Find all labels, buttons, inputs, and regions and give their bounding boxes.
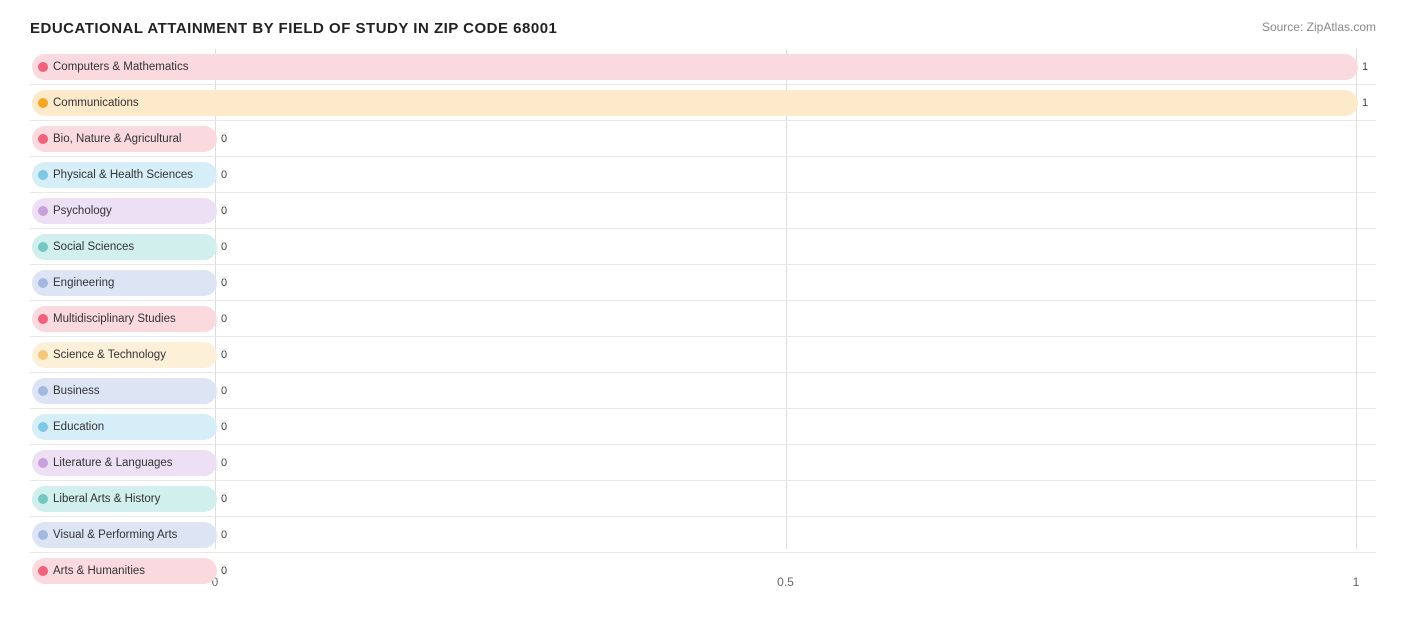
bar-label-pill: Psychology [32, 198, 122, 224]
bar-label-text: Engineering [53, 277, 114, 289]
x-axis: 00.51 [30, 589, 1376, 591]
bar-row: Business 0 [30, 373, 1376, 409]
bar-value: 0 [221, 133, 227, 145]
bar-label-pill: Liberal Arts & History [32, 486, 170, 512]
chart-container: EDUCATIONAL ATTAINMENT BY FIELD OF STUDY… [0, 0, 1406, 631]
bar-row: Social Sciences 0 [30, 229, 1376, 265]
bar-value: 0 [221, 457, 227, 469]
bar-label-pill: Education [32, 414, 114, 440]
bar-label-pill: Arts & Humanities [32, 558, 155, 584]
bar-dot [38, 242, 48, 252]
bars-section: Computers & Mathematics 1 Communications 1 B… [30, 49, 1376, 579]
bar-label-pill: Bio, Nature & Agricultural [32, 126, 191, 152]
bar-label-text: Communications [53, 97, 139, 109]
bar-value: 0 [221, 385, 227, 397]
bar-label-text: Bio, Nature & Agricultural [53, 133, 181, 145]
bar-value: 1 [1362, 61, 1368, 73]
bar-label-pill: Literature & Languages [32, 450, 183, 476]
chart-title: EDUCATIONAL ATTAINMENT BY FIELD OF STUDY… [30, 20, 557, 37]
bar-dot [38, 566, 48, 576]
bar-dot [38, 62, 48, 72]
bar-value: 0 [221, 313, 227, 325]
bar-label-pill: Business [32, 378, 110, 404]
bar-label-pill: Visual & Performing Arts [32, 522, 187, 548]
chart-header: EDUCATIONAL ATTAINMENT BY FIELD OF STUDY… [30, 20, 1376, 37]
bar-label-text: Business [53, 385, 100, 397]
bar-value: 0 [221, 493, 227, 505]
source-label: Source: ZipAtlas.com [1262, 20, 1376, 34]
bar-label-pill: Social Sciences [32, 234, 144, 260]
bar-row: Multidisciplinary Studies 0 [30, 301, 1376, 337]
bar-label-text: Psychology [53, 205, 112, 217]
bar-row: Psychology 0 [30, 193, 1376, 229]
bar-rows: Computers & Mathematics 1 Communications 1 B… [30, 49, 1376, 589]
bar-value: 0 [221, 205, 227, 217]
bar-dot [38, 386, 48, 396]
bar-label-pill: Computers & Mathematics [32, 54, 199, 80]
bar-row: Visual & Performing Arts 0 [30, 517, 1376, 553]
bar-dot [38, 278, 48, 288]
bar-value: 0 [221, 529, 227, 541]
bar-dot [38, 494, 48, 504]
bar-value: 0 [221, 241, 227, 253]
bar-dot [38, 314, 48, 324]
bar-row: Communications 1 [30, 85, 1376, 121]
bar-label-text: Computers & Mathematics [53, 61, 189, 73]
bar-label-pill: Communications [32, 90, 149, 116]
bar-label-text: Science & Technology [53, 349, 166, 361]
bar-value: 0 [221, 349, 227, 361]
bar-dot [38, 170, 48, 180]
bar-label-text: Liberal Arts & History [53, 493, 160, 505]
bar-label-text: Visual & Performing Arts [53, 529, 177, 541]
bar-label-pill: Physical & Health Sciences [32, 162, 203, 188]
bar-label-pill: Science & Technology [32, 342, 176, 368]
bar-label-text: Literature & Languages [53, 457, 173, 469]
bar-dot [38, 458, 48, 468]
bar-label-text: Multidisciplinary Studies [53, 313, 176, 325]
bar-label-text: Education [53, 421, 104, 433]
bar-dot [38, 134, 48, 144]
bar-label-text: Arts & Humanities [53, 565, 145, 577]
bar-row: Bio, Nature & Agricultural 0 [30, 121, 1376, 157]
bar-label-text: Physical & Health Sciences [53, 169, 193, 181]
bar-fill [32, 90, 1358, 116]
bar-dot [38, 206, 48, 216]
chart-area: Computers & Mathematics 1 Communications 1 B… [30, 49, 1376, 579]
bar-row: Computers & Mathematics 1 [30, 49, 1376, 85]
bar-label-pill: Multidisciplinary Studies [32, 306, 186, 332]
bar-dot [38, 422, 48, 432]
bar-value: 0 [221, 421, 227, 433]
bar-value: 1 [1362, 97, 1368, 109]
bar-row: Education 0 [30, 409, 1376, 445]
bar-fill [32, 54, 1358, 80]
bar-dot [38, 350, 48, 360]
bar-value: 0 [221, 565, 227, 577]
bar-value: 0 [221, 277, 227, 289]
bar-row: Literature & Languages 0 [30, 445, 1376, 481]
bar-row: Engineering 0 [30, 265, 1376, 301]
bar-dot [38, 98, 48, 108]
bar-row: Physical & Health Sciences 0 [30, 157, 1376, 193]
bar-row: Science & Technology 0 [30, 337, 1376, 373]
bar-value: 0 [221, 169, 227, 181]
bar-row: Liberal Arts & History 0 [30, 481, 1376, 517]
bar-label-pill: Engineering [32, 270, 124, 296]
bar-label-text: Social Sciences [53, 241, 134, 253]
bar-dot [38, 530, 48, 540]
bar-row: Arts & Humanities 0 [30, 553, 1376, 589]
